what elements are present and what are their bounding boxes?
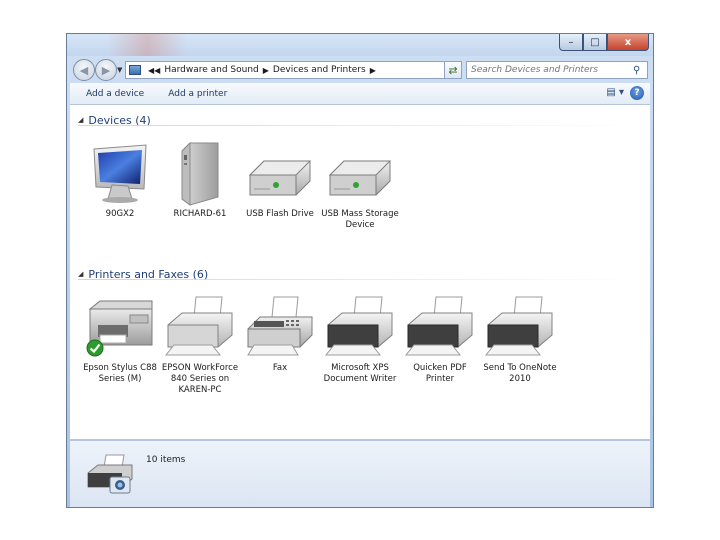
breadcrumb-devices-and-printers[interactable]: Devices and Printers — [273, 65, 366, 75]
content-pane: ◢ Devices (4) 90GX2 RICHARD-61 USB Flash… — [70, 105, 650, 439]
printer-item-quicken-pdf[interactable]: Quicken PDF Printer — [400, 295, 480, 385]
multifunction-printer-icon — [80, 295, 160, 361]
navigation-row: ◀ ▶ ▼ ◀◀ Hardware and Sound ▶ Devices an… — [67, 58, 653, 82]
printer-item-epson-workforce-840[interactable]: EPSON WorkForce 840 Series on KAREN-PC — [160, 295, 240, 396]
devices-and-printers-window: – □ x ◀ ▶ ▼ ◀◀ Hardware and Sound ▶ Devi… — [66, 33, 654, 508]
help-icon: ? — [634, 88, 640, 98]
monitor-icon — [80, 141, 160, 207]
change-view-button[interactable]: ▤ ▾ — [606, 87, 624, 98]
collapse-triangle-icon[interactable]: ◢ — [78, 116, 83, 124]
printer-label: EPSON WorkForce 840 Series on KAREN-PC — [161, 363, 239, 395]
control-panel-icon — [129, 65, 141, 75]
forward-arrow-icon: ▶ — [101, 63, 111, 77]
collapse-triangle-icon[interactable]: ◢ — [78, 270, 83, 278]
refresh-button[interactable]: ⇄ — [444, 61, 462, 79]
item-count: 10 items — [146, 455, 186, 465]
maximize-button[interactable]: □ — [583, 34, 607, 51]
close-button[interactable]: x — [607, 34, 649, 51]
device-label: USB Mass Storage Device — [321, 209, 399, 230]
add-device-button[interactable]: Add a device — [78, 89, 152, 99]
search-icon[interactable]: ⚲ — [633, 65, 640, 76]
printer-label: Epson Stylus C88 Series (M) — [83, 363, 157, 384]
device-item-usb-mass-storage[interactable]: USB Mass Storage Device — [320, 141, 400, 231]
address-bar[interactable]: ◀◀ Hardware and Sound ▶ Devices and Prin… — [125, 61, 455, 79]
recent-pages-dropdown-icon[interactable]: ▼ — [117, 66, 122, 74]
breadcrumb-chevron-icon[interactable]: ▶ — [370, 66, 376, 75]
view-icon: ▤ — [606, 87, 616, 98]
back-arrow-icon: ◀ — [79, 63, 89, 77]
search-box[interactable]: ⚲ — [466, 61, 648, 79]
default-printer-check-icon — [86, 339, 104, 357]
window-controls: – □ x — [559, 34, 649, 51]
group-divider — [78, 279, 638, 280]
device-label: RICHARD-61 — [173, 209, 227, 219]
breadcrumb-separator-icon[interactable]: ◀◀ — [148, 66, 160, 75]
details-pane: 10 items — [70, 440, 650, 507]
fax-icon — [240, 295, 320, 361]
devices-and-printers-icon — [84, 453, 136, 497]
printer-item-epson-stylus-c88[interactable]: Epson Stylus C88 Series (M) — [80, 295, 160, 385]
printer-label: Send To OneNote 2010 — [483, 363, 557, 384]
printer-item-fax[interactable]: Fax — [240, 295, 320, 374]
back-button[interactable]: ◀ — [73, 59, 95, 81]
device-item-richard-61[interactable]: RICHARD-61 — [160, 141, 240, 220]
usb-drive-icon — [320, 141, 400, 207]
refresh-icon: ⇄ — [448, 63, 458, 77]
title-bar-decoration — [107, 34, 187, 56]
breadcrumb-hardware-and-sound[interactable]: Hardware and Sound — [164, 65, 258, 75]
add-printer-button[interactable]: Add a printer — [160, 89, 235, 99]
device-item-usb-flash-drive[interactable]: USB Flash Drive — [240, 141, 320, 220]
device-label: USB Flash Drive — [246, 209, 314, 219]
printer-icon — [400, 295, 480, 361]
search-input[interactable] — [467, 64, 633, 76]
group-divider — [78, 125, 638, 126]
help-button[interactable]: ? — [630, 86, 644, 100]
printer-label: Fax — [272, 363, 288, 373]
printer-icon — [480, 295, 560, 361]
printer-label: Quicken PDF Printer — [413, 363, 467, 384]
printer-icon — [320, 295, 400, 361]
printers-group-header[interactable]: ◢ Printers and Faxes (6) — [78, 267, 638, 281]
printer-icon — [160, 295, 240, 361]
printer-item-microsoft-xps[interactable]: Microsoft XPS Document Writer — [320, 295, 400, 385]
usb-drive-icon — [240, 141, 320, 207]
printer-label: Microsoft XPS Document Writer — [323, 363, 397, 384]
command-bar: Add a device Add a printer ▤ ▾ ? — [70, 83, 650, 105]
device-label: 90GX2 — [105, 209, 135, 219]
view-dropdown-icon: ▾ — [618, 87, 624, 98]
forward-button[interactable]: ▶ — [95, 59, 117, 81]
computer-tower-icon — [160, 141, 240, 207]
breadcrumb-chevron-icon[interactable]: ▶ — [263, 66, 269, 75]
minimize-button[interactable]: – — [559, 34, 583, 51]
devices-group-header[interactable]: ◢ Devices (4) — [78, 113, 638, 127]
title-bar[interactable]: – □ x — [67, 34, 653, 56]
device-item-90gx2[interactable]: 90GX2 — [80, 141, 160, 220]
printer-item-send-to-onenote[interactable]: Send To OneNote 2010 — [480, 295, 560, 385]
